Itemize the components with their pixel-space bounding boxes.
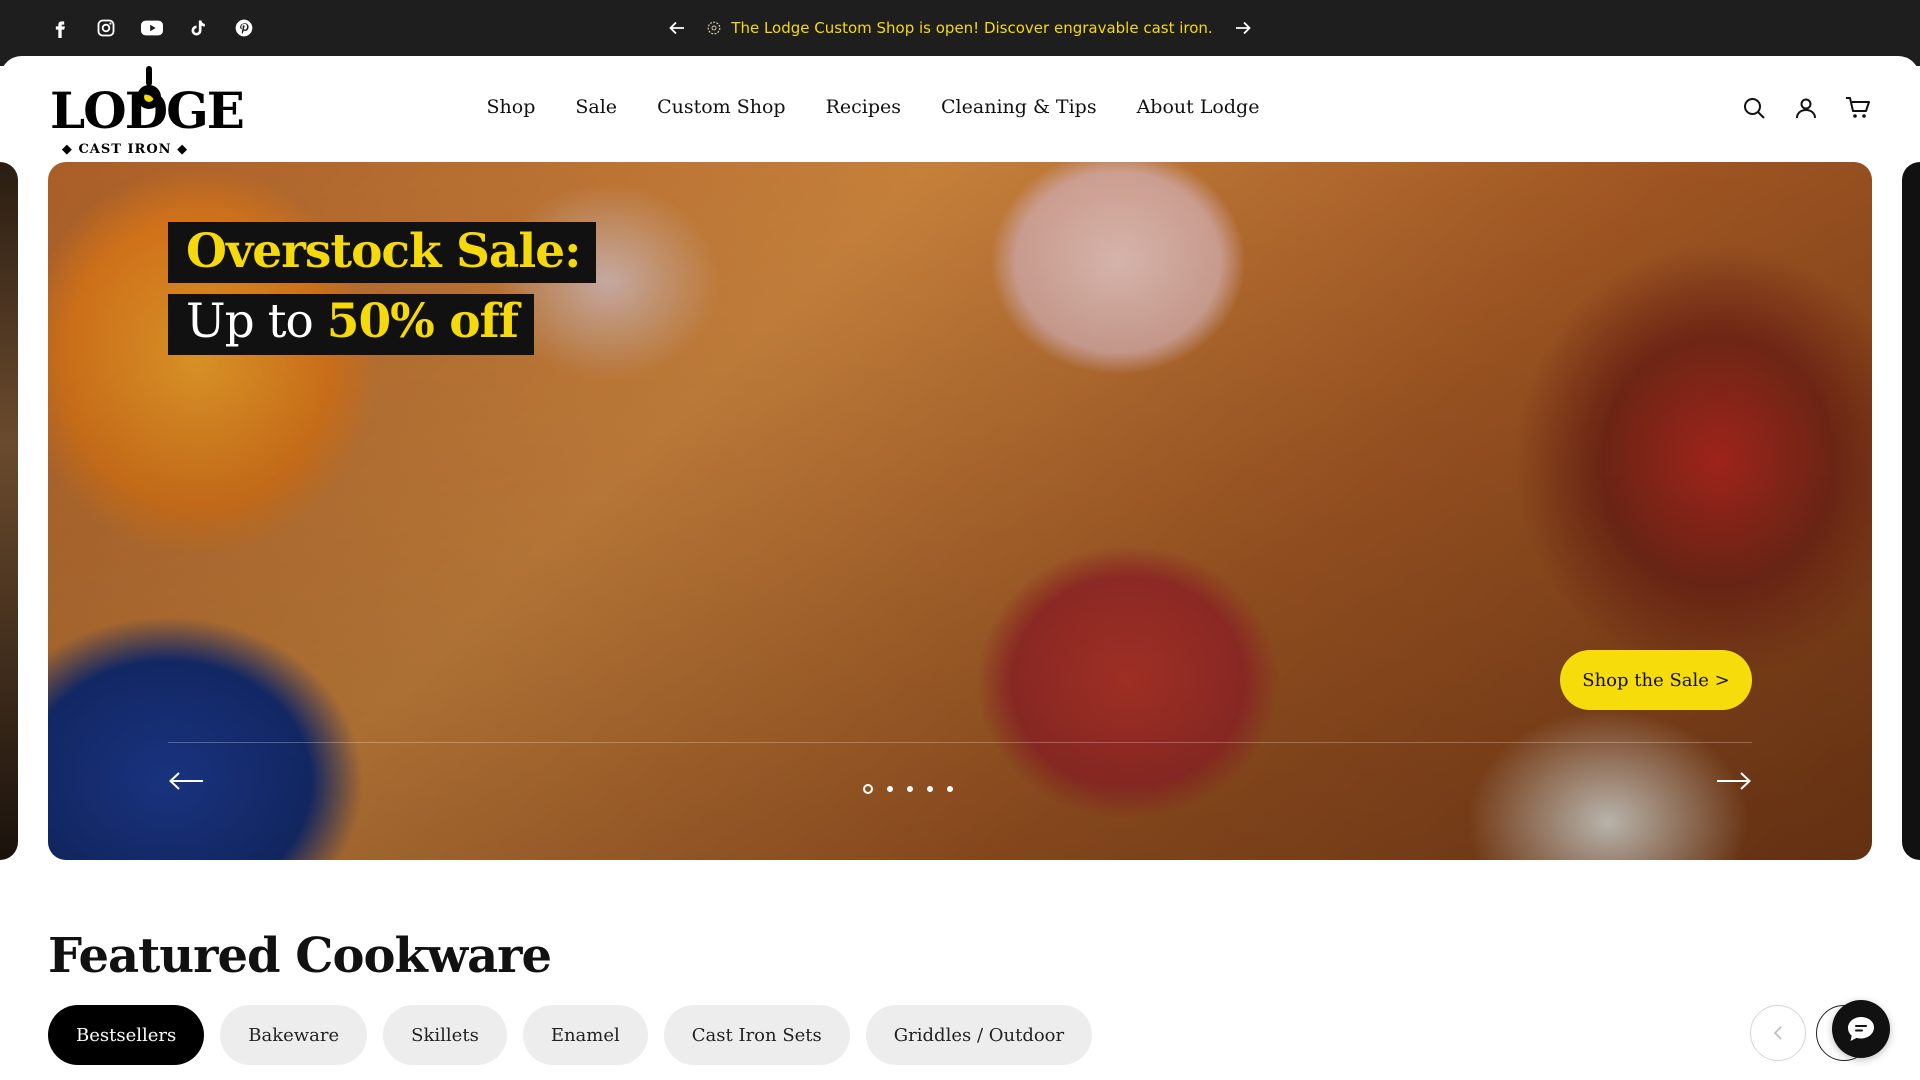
site-header: LODGE ◆ CAST IRON ◆ Shop Sale Custom Sho… [0, 56, 1920, 162]
tab-bestsellers[interactable]: Bestsellers [48, 1005, 205, 1065]
prev-slide-peek [0, 162, 18, 860]
arrow-left-icon[interactable] [665, 16, 689, 40]
search-icon[interactable] [1740, 94, 1768, 122]
header-actions [1740, 94, 1872, 122]
tab-cast-iron-sets[interactable]: Cast Iron Sets [663, 1005, 850, 1065]
nav-item-about-lodge[interactable]: About Lodge [1137, 96, 1260, 118]
announcement-message[interactable]: The Lodge Custom Shop is open! Discover … [707, 19, 1213, 37]
slide-dot-3[interactable] [906, 786, 913, 792]
nav-item-shop[interactable]: Shop [487, 96, 536, 118]
account-icon[interactable] [1792, 94, 1820, 122]
tab-skillets[interactable]: Skillets [383, 1005, 507, 1065]
arrow-right-icon[interactable] [1231, 16, 1255, 40]
tab-bakeware[interactable]: Bakeware [220, 1005, 368, 1065]
next-slide-peek [1902, 162, 1920, 860]
featured-tabs: Bestsellers Bakeware Skillets Enamel Cas… [48, 1005, 1093, 1065]
slide-dot-2[interactable] [886, 786, 893, 792]
main-nav: Shop Sale Custom Shop Recipes Cleaning &… [0, 96, 1920, 118]
nav-item-cleaning-tips[interactable]: Cleaning & Tips [941, 96, 1097, 118]
slide-dot-1[interactable] [862, 784, 873, 794]
cart-icon[interactable] [1844, 94, 1872, 122]
slide-indicators [48, 784, 1872, 794]
tab-griddles-outdoor[interactable]: Griddles / Outdoor [865, 1005, 1093, 1065]
slide-dot-4[interactable] [926, 786, 933, 792]
chat-icon [1848, 1017, 1874, 1041]
hero-discount: 50% off [326, 294, 519, 349]
carousel-prev-button[interactable] [1750, 1005, 1806, 1061]
badge-icon [707, 21, 721, 35]
shop-sale-button[interactable]: Shop the Sale > [1560, 650, 1752, 710]
logo-tagline: ◆ CAST IRON ◆ [61, 142, 189, 157]
chat-button[interactable] [1832, 1000, 1890, 1058]
hero-headline: Overstock Sale: [168, 222, 597, 283]
hero-subline: Up to 50% off [168, 294, 534, 355]
hero-divider [168, 742, 1752, 743]
tab-enamel[interactable]: Enamel [522, 1005, 648, 1065]
chevron-left-icon [1773, 1026, 1782, 1040]
nav-item-recipes[interactable]: Recipes [826, 96, 901, 118]
announcement: The Lodge Custom Shop is open! Discover … [0, 16, 1920, 40]
slide-dot-5[interactable] [946, 786, 953, 792]
featured-title: Featured Cookware [48, 928, 552, 984]
hero-banner: Overstock Sale: Up to 50% off Shop the S… [48, 162, 1872, 860]
nav-item-custom-shop[interactable]: Custom Shop [657, 96, 786, 118]
announcement-text: The Lodge Custom Shop is open! Discover … [731, 19, 1213, 37]
nav-item-sale[interactable]: Sale [575, 96, 617, 118]
